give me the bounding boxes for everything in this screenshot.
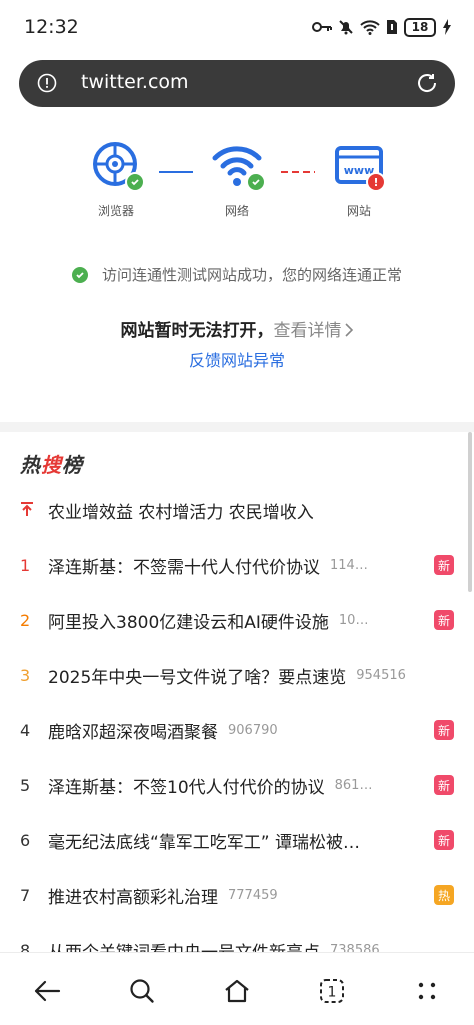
hot-search-title: 热搜榜 bbox=[20, 453, 83, 477]
hot-rank: 3 bbox=[20, 666, 31, 685]
new-tag: 新 bbox=[434, 555, 454, 575]
error-main: 网站暂时无法打开， bbox=[120, 321, 274, 341]
wifi-network-icon bbox=[212, 140, 266, 192]
url-text[interactable]: twitter.com bbox=[81, 71, 189, 93]
connectivity-success: 访问连通性测试网站成功，您的网络连通正常 bbox=[0, 264, 474, 285]
tabs-icon[interactable]: 1 bbox=[312, 971, 352, 1011]
wifi-icon bbox=[360, 19, 380, 35]
sim-icon bbox=[386, 19, 398, 35]
hot-search-list: 农业增效益 农村增活力 农民增收入 1 泽连斯基：不签需十代人付代价协议 114… bbox=[0, 483, 474, 978]
new-tag: 新 bbox=[434, 610, 454, 630]
charging-icon bbox=[442, 19, 452, 35]
info-icon[interactable] bbox=[37, 73, 57, 93]
ok-badge-icon bbox=[246, 172, 266, 192]
hot-item-text: 农业增效益 农村增活力 农民增收入 bbox=[48, 503, 314, 523]
battery-icon: 18 bbox=[404, 17, 436, 37]
chevron-right-icon bbox=[344, 323, 353, 337]
browser-globe-icon bbox=[91, 140, 145, 192]
status-icons: 18 bbox=[312, 14, 452, 40]
success-check-icon bbox=[71, 266, 88, 283]
status-bar: 12:32 18 bbox=[0, 0, 474, 54]
network-website-connector bbox=[281, 171, 315, 173]
diag-browser: 浏览器 bbox=[76, 140, 156, 219]
search-icon[interactable] bbox=[122, 971, 162, 1011]
status-time: 12:32 bbox=[24, 16, 79, 38]
hot-item-5[interactable]: 5 泽连斯基：不签10代人付代价的协议 861… 新 bbox=[0, 758, 474, 813]
website-label: 网站 bbox=[346, 204, 371, 218]
back-icon[interactable] bbox=[27, 971, 67, 1011]
website-icon: www ! bbox=[334, 140, 386, 192]
hot-item-1[interactable]: 1 泽连斯基：不签需十代人付代价协议 114… 新 bbox=[0, 538, 474, 593]
hot-rank: 1 bbox=[20, 556, 31, 575]
hot-count: 10… bbox=[338, 613, 369, 628]
diag-network: 网络 bbox=[197, 140, 277, 219]
hot-rank: 5 bbox=[20, 776, 31, 795]
hot-item-text: 泽连斯基：不签10代人付代价的协议 bbox=[48, 778, 325, 798]
hot-item-text: 2025年中央一号文件说了啥？要点速览 bbox=[48, 668, 347, 688]
section-separator bbox=[0, 422, 474, 432]
hot-item-text: 泽连斯基：不签需十代人付代价协议 bbox=[48, 558, 320, 578]
home-icon[interactable] bbox=[217, 971, 257, 1011]
feedback-link[interactable]: 反馈网站异常 bbox=[0, 347, 474, 371]
error-line: 网站暂时无法打开，查看详情 bbox=[0, 316, 474, 341]
new-tag: 新 bbox=[434, 720, 454, 740]
pinned-icon bbox=[20, 501, 48, 521]
hot-tag: 热 bbox=[434, 885, 454, 905]
browser-label: 浏览器 bbox=[97, 204, 134, 218]
reload-icon[interactable] bbox=[415, 71, 439, 95]
hot-count: 777459 bbox=[228, 888, 278, 903]
ok-badge-icon bbox=[125, 172, 145, 192]
hot-count: 861… bbox=[334, 778, 373, 793]
new-tag: 新 bbox=[434, 775, 454, 795]
hot-rank: 2 bbox=[20, 611, 31, 630]
error-badge-icon: ! bbox=[366, 172, 386, 192]
network-label: 网络 bbox=[224, 204, 249, 218]
hot-item-6[interactable]: 6 毫无纪法底线“靠军工吃军工” 谭瑞松被… 新 bbox=[0, 813, 474, 868]
hot-item-2[interactable]: 2 阿里投入3800亿建设云和AI硬件设施 10… 新 bbox=[0, 593, 474, 648]
url-bar[interactable]: twitter.com bbox=[19, 60, 455, 107]
connectivity-diagnostics: 浏览器 网络 www ! 网站 bbox=[0, 140, 474, 230]
hot-item-7[interactable]: 7 推进农村高额彩礼治理 777459 热 bbox=[0, 868, 474, 923]
hot-item-pinned[interactable]: 农业增效益 农村增活力 农民增收入 bbox=[0, 483, 474, 538]
diag-website: www ! 网站 bbox=[319, 140, 399, 219]
view-details-link[interactable]: 查看详情 bbox=[274, 321, 354, 341]
hot-rank: 6 bbox=[20, 831, 31, 850]
hot-count: 906790 bbox=[228, 723, 278, 738]
hot-count: 114… bbox=[330, 558, 368, 573]
hot-item-text: 毫无纪法底线“靠军工吃军工” 谭瑞松被… bbox=[48, 833, 361, 853]
success-message: 访问连通性测试网站成功，您的网络连通正常 bbox=[101, 266, 402, 284]
hot-rank: 7 bbox=[20, 886, 31, 905]
bottom-nav: 1 bbox=[0, 952, 474, 1025]
hot-item-text: 推进农村高额彩礼治理 bbox=[48, 888, 218, 908]
hot-item-text: 鹿晗邓超深夜喝酒聚餐 bbox=[48, 723, 218, 743]
key-icon bbox=[312, 20, 332, 34]
tabs-count: 1 bbox=[328, 985, 337, 1001]
hot-item-text: 阿里投入3800亿建设云和AI硬件设施 bbox=[48, 613, 329, 633]
hot-item-4[interactable]: 4 鹿晗邓超深夜喝酒聚餐 906790 新 bbox=[0, 703, 474, 758]
new-tag: 新 bbox=[434, 830, 454, 850]
hot-rank: 4 bbox=[20, 721, 31, 740]
browser-network-connector bbox=[159, 171, 193, 173]
menu-icon[interactable] bbox=[407, 971, 447, 1011]
mute-icon bbox=[338, 19, 354, 35]
hot-item-3[interactable]: 3 2025年中央一号文件说了啥？要点速览 954516 bbox=[0, 648, 474, 703]
hot-count: 954516 bbox=[356, 668, 406, 683]
scrollbar[interactable] bbox=[468, 432, 472, 592]
